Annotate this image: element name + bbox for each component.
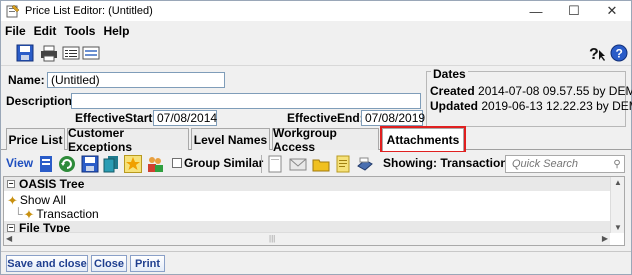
minimize-button[interactable]: — bbox=[517, 1, 555, 21]
dates-title: Dates bbox=[431, 67, 468, 81]
horizontal-scrollbar[interactable]: ◀ ||| ▶ bbox=[4, 232, 610, 245]
price-list-editor-window: Price List Editor: (Untitled) — ☐ ✕ File… bbox=[0, 0, 632, 275]
scroll-thumb-grip[interactable]: ||| bbox=[269, 234, 275, 243]
open-folder-icon[interactable] bbox=[311, 154, 331, 174]
users-icon[interactable] bbox=[145, 154, 165, 174]
email-icon[interactable] bbox=[288, 154, 308, 174]
svg-text:?: ? bbox=[616, 47, 623, 61]
effective-start-field[interactable]: 07/08/2014 bbox=[153, 110, 217, 126]
created-label: Created bbox=[430, 84, 475, 98]
scroll-up-icon[interactable]: ▲ bbox=[614, 178, 622, 187]
menu-bar: File Edit Tools Help bbox=[1, 22, 631, 40]
description-label: Description: bbox=[6, 94, 77, 108]
bottom-button-bar: Save and close Close Print bbox=[1, 251, 631, 274]
section-title-oasis-tree: OASIS Tree bbox=[19, 177, 85, 191]
maximize-button[interactable]: ☐ bbox=[555, 1, 593, 21]
group-similar-checkbox[interactable] bbox=[172, 158, 182, 168]
handshake-icon: ✦ bbox=[23, 206, 35, 222]
price-list-form: Name: (Untitled) Description: EffectiveS… bbox=[1, 67, 632, 129]
tree-item-label: Transaction bbox=[36, 207, 99, 221]
vertical-scrollbar[interactable]: ▲ ▼ bbox=[610, 177, 624, 233]
help-icon[interactable]: ? bbox=[609, 43, 629, 63]
form-view-icon[interactable] bbox=[81, 43, 101, 63]
view-label[interactable]: View bbox=[6, 156, 33, 170]
refresh-icon[interactable] bbox=[57, 154, 77, 174]
window-title: Price List Editor: (Untitled) bbox=[25, 5, 153, 17]
effective-start-label: EffectiveStart: bbox=[75, 111, 157, 125]
tree-item-transaction[interactable]: └ ✦ Transaction bbox=[14, 207, 99, 221]
attachments-tree-panel: − OASIS Tree ✦ Show All └ ✦ Transaction … bbox=[3, 176, 625, 246]
updated-value: 2019-06-13 12.22.23 by DEMO bbox=[481, 99, 632, 113]
effective-end-field[interactable]: 07/08/2019 bbox=[361, 110, 425, 126]
menu-edit[interactable]: Edit bbox=[34, 24, 57, 38]
app-icon bbox=[6, 4, 20, 18]
tab-strip: Price List Customer Exceptions Level Nam… bbox=[1, 126, 631, 154]
toolbar: ? ? bbox=[1, 40, 631, 66]
scroll-right-icon[interactable]: ▶ bbox=[602, 234, 608, 243]
updated-row: Updated 2019-06-13 12.22.23 by DEMO bbox=[430, 99, 632, 113]
updated-label: Updated bbox=[430, 99, 478, 113]
quick-search-input[interactable] bbox=[505, 155, 611, 173]
close-button[interactable]: Close bbox=[91, 255, 127, 272]
title-bar: Price List Editor: (Untitled) — ☐ ✕ bbox=[1, 1, 631, 21]
effective-end-label: EffectiveEnd: bbox=[287, 111, 364, 125]
tab-workgroup-access[interactable]: Workgroup Access bbox=[272, 126, 379, 154]
tree-item-label: Show All bbox=[19, 193, 66, 207]
description-field[interactable] bbox=[71, 93, 421, 109]
close-window-button[interactable]: ✕ bbox=[593, 1, 631, 21]
save-icon[interactable] bbox=[15, 43, 35, 63]
section-header-oasis-tree[interactable]: − OASIS Tree bbox=[4, 177, 610, 191]
scroll-left-icon[interactable]: ◀ bbox=[6, 234, 12, 243]
collapse-icon[interactable]: − bbox=[7, 224, 15, 232]
name-field[interactable]: (Untitled) bbox=[47, 72, 225, 88]
blank-document-icon[interactable] bbox=[265, 154, 285, 174]
name-label: Name: bbox=[8, 73, 45, 87]
attachments-toolbar: View Group Similar Showing: Transaction … bbox=[1, 152, 631, 176]
search-icon[interactable]: ⚲ bbox=[610, 155, 625, 173]
scroll-down-icon[interactable]: ▼ bbox=[614, 223, 622, 232]
tab-customer-exceptions[interactable]: Customer Exceptions bbox=[67, 126, 189, 154]
created-row: Created 2014-07-08 09.57.55 by DEMO bbox=[430, 84, 632, 98]
help-cursor-icon[interactable]: ? bbox=[587, 43, 609, 63]
menu-file[interactable]: File bbox=[5, 24, 26, 38]
document-view-icon[interactable] bbox=[36, 154, 56, 174]
showing-label: Showing: Transaction bbox=[383, 156, 508, 170]
copy-document-icon[interactable] bbox=[101, 154, 121, 174]
print-button[interactable]: Print bbox=[130, 255, 165, 272]
menu-tools[interactable]: Tools bbox=[64, 24, 95, 38]
notes-icon[interactable] bbox=[333, 154, 353, 174]
tab-level-names[interactable]: Level Names bbox=[191, 128, 270, 150]
save-and-close-button[interactable]: Save and close bbox=[6, 255, 88, 272]
printer-icon[interactable] bbox=[39, 43, 59, 63]
svg-text:?: ? bbox=[589, 46, 599, 62]
collapse-icon[interactable]: − bbox=[7, 180, 15, 188]
group-similar-label: Group Similar bbox=[184, 156, 264, 170]
menu-help[interactable]: Help bbox=[103, 24, 129, 38]
active-tab-highlight bbox=[380, 126, 466, 153]
star-icon[interactable] bbox=[123, 154, 143, 174]
tree-branch-line: └ bbox=[14, 207, 23, 221]
separator bbox=[261, 155, 262, 173]
scanner-icon[interactable] bbox=[355, 154, 375, 174]
tab-price-list[interactable]: Price List bbox=[6, 128, 65, 150]
save-attachment-icon[interactable] bbox=[80, 154, 100, 174]
list-view-icon[interactable] bbox=[61, 43, 81, 63]
handshake-icon: ✦ bbox=[7, 192, 18, 208]
created-value: 2014-07-08 09.57.55 by DEMO bbox=[478, 84, 632, 98]
tree-item-show-all[interactable]: ✦ Show All bbox=[7, 193, 66, 207]
